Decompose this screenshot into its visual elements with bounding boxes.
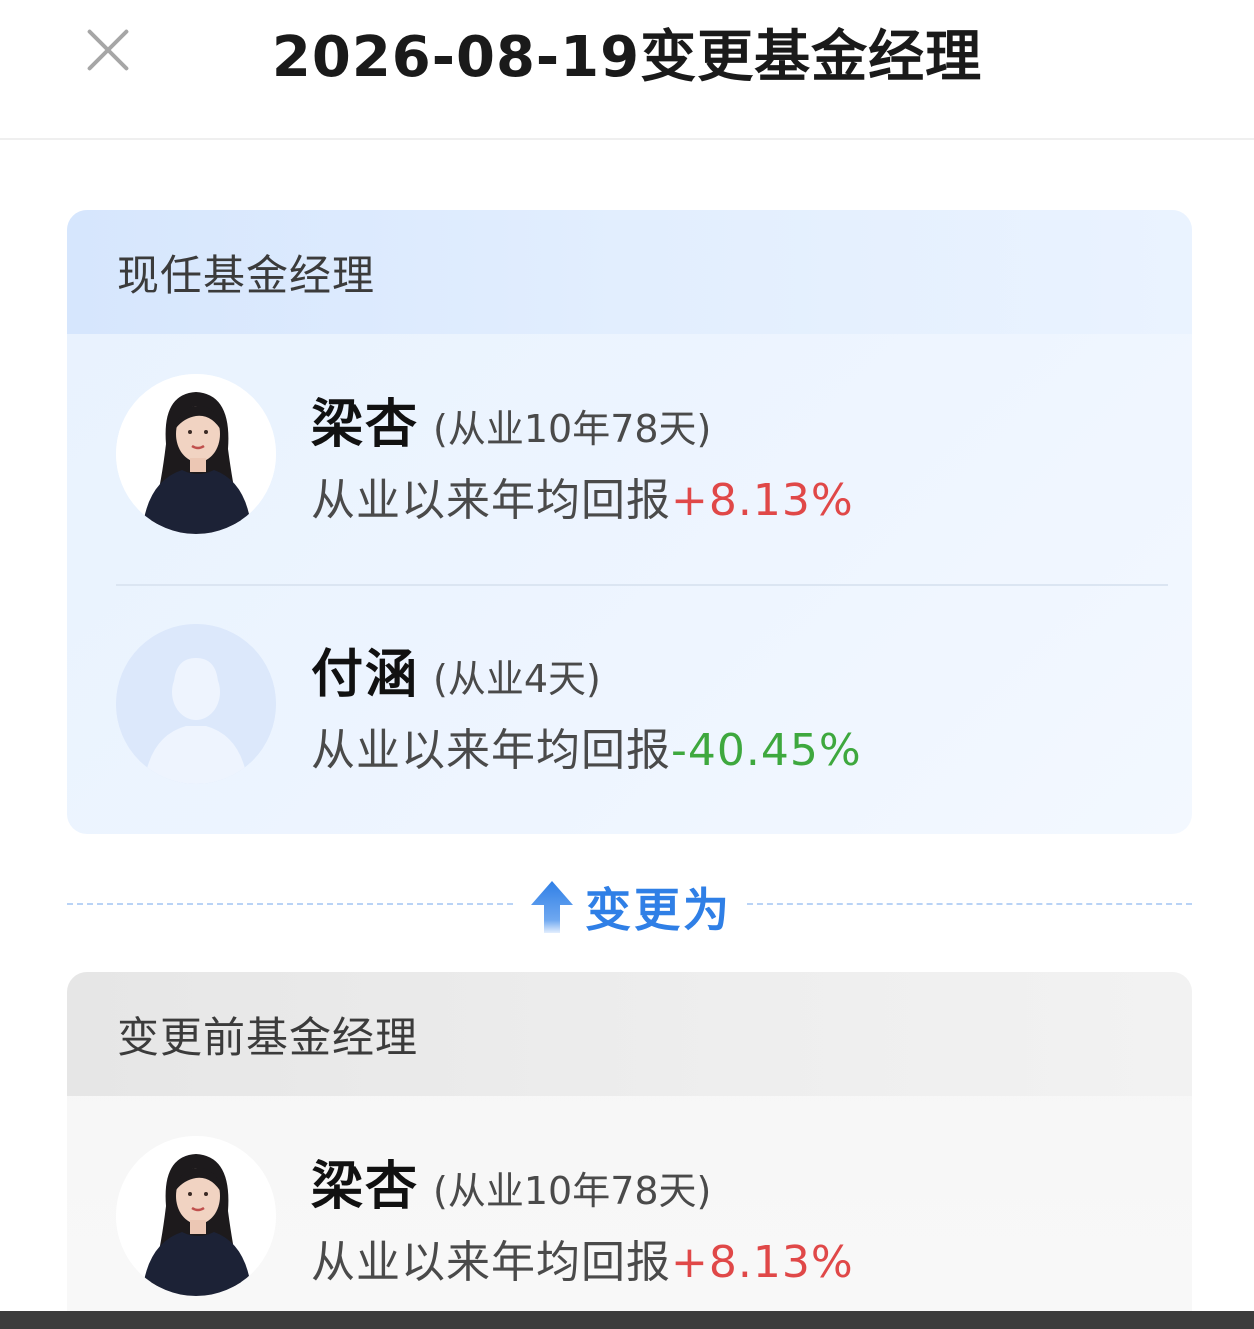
manager-row[interactable]: 付涵 (从业4天) 从业以来年均回报-40.45% — [67, 624, 1192, 794]
arrow-up-icon — [531, 881, 573, 933]
dashed-line-right — [747, 903, 1192, 905]
photo-avatar-icon — [116, 1136, 276, 1296]
manager-tenure: (从业10年78天) — [433, 407, 712, 451]
manager-row[interactable]: 梁杏 (从业10年78天) 从业以来年均回报+8.13% — [67, 374, 1192, 544]
current-section-title: 现任基金经理 — [67, 210, 1192, 334]
previous-managers-card: 变更前基金经理 梁杏 (从业10年78天) 从业以来年均回报+8.13% — [67, 972, 1192, 1329]
change-divider: 变更为 — [67, 870, 1192, 940]
manager-tenure: (从业10年78天) — [433, 1169, 712, 1213]
previous-section-title: 变更前基金经理 — [67, 972, 1192, 1096]
return-value: +8.13% — [671, 1237, 854, 1288]
current-managers-card: 现任基金经理 梁杏 (从业10年78天) 从业以来年均回报+8.13% 付涵 (… — [67, 210, 1192, 834]
return-label: 从业以来年均回报 — [311, 1237, 671, 1288]
page-title: 2026-08-19变更基金经理 — [271, 25, 983, 90]
row-divider — [116, 584, 1168, 586]
return-value: +8.13% — [671, 475, 854, 526]
return-value: -40.45% — [671, 725, 862, 776]
change-label: 变更为 — [585, 883, 732, 937]
manager-name: 梁杏 — [311, 395, 420, 455]
manager-name: 付涵 — [311, 645, 420, 705]
return-label: 从业以来年均回报 — [311, 475, 671, 526]
page-header: 2026-08-19变更基金经理 — [0, 0, 1254, 140]
placeholder-avatar-icon — [116, 624, 276, 784]
manager-tenure: (从业4天) — [433, 657, 601, 701]
dashed-line-left — [67, 903, 513, 905]
manager-name: 梁杏 — [311, 1157, 420, 1217]
photo-avatar-icon — [116, 374, 276, 534]
bottom-edge-bar — [0, 1311, 1254, 1329]
manager-row[interactable]: 梁杏 (从业10年78天) 从业以来年均回报+8.13% — [67, 1136, 1192, 1306]
return-label: 从业以来年均回报 — [311, 725, 671, 776]
